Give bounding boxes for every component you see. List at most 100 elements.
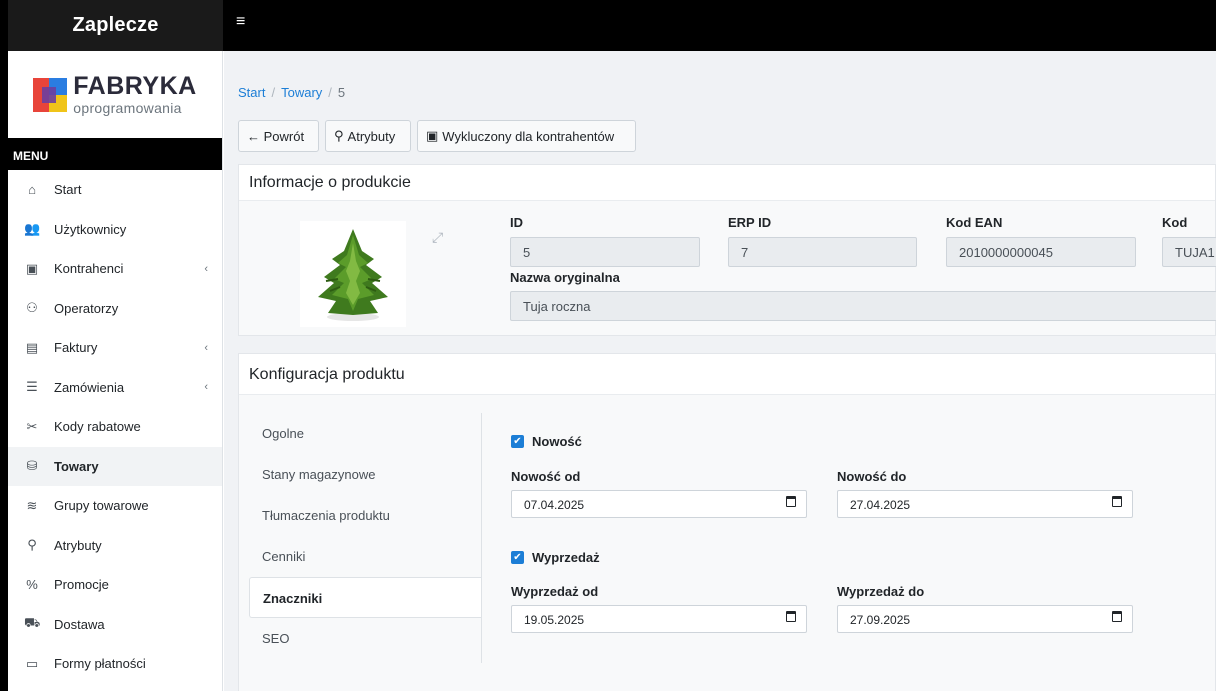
tab-znaczniki[interactable]: Znaczniki bbox=[249, 577, 481, 618]
sidebar-item-start[interactable]: ⌂ Start bbox=[8, 170, 222, 210]
wyprzedaz-to-date-input[interactable]: 27.09.2025 bbox=[837, 605, 1133, 633]
checkbox-checked-icon: ✔ bbox=[511, 551, 524, 564]
nowosc-to-label: Nowość do bbox=[837, 469, 907, 484]
sidebar-item-faktury[interactable]: ▤ Faktury ‹ bbox=[8, 328, 222, 368]
sidebar-item-label: Operatorzy bbox=[54, 300, 119, 316]
sidebar: FABRYKA oprogramowania MENU ⌂ Start 👥 Uż… bbox=[8, 51, 223, 691]
attributes-button[interactable]: ⚲ Atrybuty bbox=[325, 120, 411, 152]
sidebar-item-formy-platnosci[interactable]: ▭ Formy płatności bbox=[8, 644, 222, 684]
expand-image-icon[interactable]: ⤢ bbox=[432, 229, 443, 246]
logo-subtitle: oprogramowania bbox=[73, 100, 182, 116]
sidebar-item-label: Towary bbox=[54, 458, 99, 474]
main-content: Start / Towary/5 ← Powrót ⚲ Atrybuty ▣ Wyk… bbox=[224, 51, 1216, 691]
sidebar-item-label: Atrybuty bbox=[54, 537, 102, 553]
sidebar-item-uzytkownicy[interactable]: 👥 Użytkownicy bbox=[8, 210, 222, 250]
nowosc-to-date-input[interactable]: 27.04.2025 bbox=[837, 490, 1133, 518]
sidebar-item-dostawa[interactable]: ⛟ Dostawa bbox=[8, 605, 222, 645]
erp-id-field: 7 bbox=[728, 237, 917, 267]
sidebar-item-promocje[interactable]: % Promocje bbox=[8, 565, 222, 605]
logo-mark-icon bbox=[33, 77, 68, 112]
sidebar-item-zamowienia[interactable]: ☰ Zamówienia ‹ bbox=[8, 368, 222, 408]
contact-card-icon: ▣ bbox=[426, 128, 439, 143]
sidebar-item-label: Użytkownicy bbox=[54, 221, 127, 237]
truck-icon: ⛟ bbox=[24, 615, 41, 631]
sidebar-item-label: Start bbox=[54, 182, 82, 198]
users-icon: 👥 bbox=[24, 221, 41, 237]
sidebar-item-label: Dostawa bbox=[54, 616, 105, 632]
logo-title: FABRYKA bbox=[73, 72, 197, 100]
product-config-card: Konfiguracja produktu Ogolne Stany magaz… bbox=[238, 353, 1216, 691]
ean-label: Kod EAN bbox=[946, 215, 1003, 230]
id-label: ID bbox=[510, 215, 523, 230]
chevron-left-icon: ‹ bbox=[204, 381, 208, 394]
sidebar-item-grupy-towarowe[interactable]: ≋ Grupy towarowe bbox=[8, 486, 222, 526]
id-field: 5 bbox=[510, 237, 700, 267]
sidebar-item-towary[interactable]: ⛁ Towary bbox=[8, 446, 222, 486]
wyprzedaz-from-label: Wyprzedaż od bbox=[511, 584, 599, 599]
brand-title[interactable]: Zaplecze bbox=[8, 0, 223, 51]
kod-label: Kod bbox=[1162, 215, 1188, 230]
wyprzedaz-checkbox[interactable]: ✔ Wyprzedaż bbox=[511, 550, 600, 565]
sidebar-item-operatorzy[interactable]: ⚇ Operatorzy bbox=[8, 289, 222, 329]
excluded-for-contractors-button[interactable]: ▣ Wykluczony dla kontrahentów bbox=[417, 120, 636, 152]
company-logo[interactable]: FABRYKA oprogramowania bbox=[8, 51, 222, 138]
list-icon: ☰ bbox=[26, 379, 38, 395]
wrench-icon: ⚲ bbox=[27, 537, 37, 553]
product-image[interactable] bbox=[300, 221, 406, 327]
wyprzedaz-from-date-input[interactable]: 19.05.2025 bbox=[511, 605, 807, 633]
tab-stany-magazynowe[interactable]: Stany magazynowe bbox=[249, 454, 481, 495]
product-config-title: Konfiguracja produktu bbox=[239, 354, 1215, 395]
wyprzedaz-to-label: Wyprzedaż do bbox=[837, 584, 925, 599]
sidebar-item-label: Kontrahenci bbox=[54, 261, 124, 277]
kod-field: TUJA1 bbox=[1162, 237, 1216, 267]
sidebar-item-kontrahenci[interactable]: ▣ Kontrahenci ‹ bbox=[8, 249, 222, 289]
checkbox-checked-icon: ✔ bbox=[511, 435, 524, 448]
calendar-icon[interactable] bbox=[1112, 611, 1122, 622]
contact-card-icon: ▣ bbox=[25, 260, 39, 276]
tab-seo[interactable]: SEO bbox=[249, 618, 481, 659]
scissors-icon: ✂ bbox=[26, 418, 38, 434]
tab-divider bbox=[481, 413, 482, 663]
nowosc-from-date-input[interactable]: 07.04.2025 bbox=[511, 490, 807, 518]
layers-icon: ≋ bbox=[26, 497, 38, 513]
nowosc-checkbox[interactable]: ✔ Nowość bbox=[511, 434, 582, 449]
original-name-label: Nazwa oryginalna bbox=[510, 270, 620, 285]
sidebar-item-label: Kody rabatowe bbox=[54, 419, 141, 435]
sidebar-item-label: Formy płatności bbox=[54, 656, 146, 672]
calendar-icon[interactable] bbox=[786, 611, 796, 622]
chevron-left-icon: ‹ bbox=[204, 262, 208, 275]
sidebar-item-label: Faktury bbox=[54, 340, 98, 356]
breadcrumb-current: 5 bbox=[337, 85, 346, 100]
product-info-title: Informacje o produkcie bbox=[239, 165, 1215, 201]
invoice-icon: ▤ bbox=[25, 339, 39, 355]
chevron-left-icon: ‹ bbox=[204, 341, 208, 354]
tab-cenniki[interactable]: Cenniki bbox=[249, 536, 481, 577]
wrench-icon: ⚲ bbox=[334, 128, 344, 143]
home-icon: ⌂ bbox=[28, 182, 36, 198]
calendar-icon[interactable] bbox=[786, 496, 796, 507]
nowosc-from-label: Nowość od bbox=[511, 469, 581, 484]
back-button[interactable]: ← Powrót bbox=[238, 120, 319, 152]
sidebar-item-kody-rabatowe[interactable]: ✂ Kody rabatowe bbox=[8, 407, 222, 447]
window-frame-edge bbox=[0, 0, 8, 691]
menu-header: MENU bbox=[8, 138, 222, 170]
sidebar-item-atrybuty[interactable]: ⚲ Atrybuty bbox=[8, 526, 222, 566]
ean-field: 2010000000045 bbox=[946, 237, 1136, 267]
tab-ogolne[interactable]: Ogolne bbox=[249, 413, 481, 454]
breadcrumb-towary-link[interactable]: Towary bbox=[281, 85, 322, 100]
tab-tlumaczenia[interactable]: Tłumaczenia produktu bbox=[249, 495, 481, 536]
hamburger-menu-icon[interactable]: ≡ bbox=[236, 13, 245, 31]
sidebar-item-label: Zamówienia bbox=[54, 379, 125, 395]
calendar-icon[interactable] bbox=[1112, 496, 1122, 507]
breadcrumb-start-link[interactable]: Start bbox=[238, 85, 265, 100]
breadcrumb: Start / Towary/5 bbox=[238, 85, 346, 100]
sidebar-item-label: Grupy towarowe bbox=[54, 498, 149, 514]
operators-icon: ⚇ bbox=[26, 300, 38, 316]
boxes-icon: ⛁ bbox=[26, 458, 38, 474]
product-info-card: Informacje o produkcie ⤢ ID 5 ERP ID 7 K… bbox=[238, 164, 1216, 336]
percent-icon: % bbox=[26, 577, 38, 593]
banknote-icon: ▭ bbox=[25, 655, 39, 671]
sidebar-item-label: Promocje bbox=[54, 577, 109, 593]
erp-id-label: ERP ID bbox=[728, 215, 772, 230]
config-tabs: Ogolne Stany magazynowe Tłumaczenia prod… bbox=[249, 413, 481, 659]
